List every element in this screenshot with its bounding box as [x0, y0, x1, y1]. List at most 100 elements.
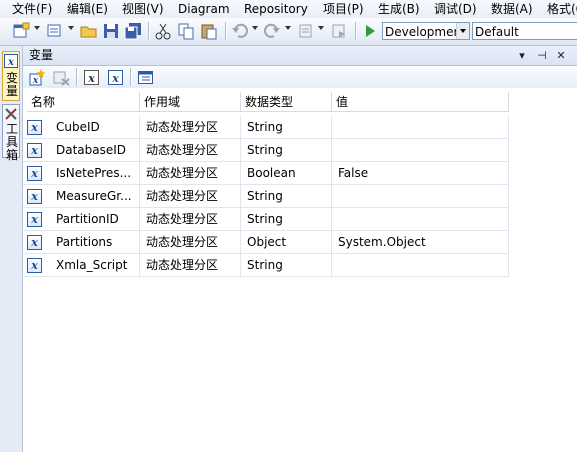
variable-icon: x: [27, 189, 42, 204]
cell-value[interactable]: System.Object: [332, 231, 509, 254]
tab-toolbox-label: 工具箱: [5, 122, 18, 162]
cell-value[interactable]: [332, 139, 509, 162]
add-item-dropdown-icon[interactable]: [68, 26, 74, 30]
new-project-dropdown-icon[interactable]: [34, 26, 40, 30]
menu-data[interactable]: 数据(A): [491, 1, 533, 17]
cell-value[interactable]: [332, 185, 509, 208]
undo-icon[interactable]: [231, 22, 249, 40]
show-all-variables-icon[interactable]: x: [107, 69, 124, 86]
open-folder-icon[interactable]: [80, 22, 98, 40]
cell-data-type[interactable]: String: [241, 116, 332, 139]
table-row[interactable]: x CubeID 动态处理分区 String: [23, 116, 509, 139]
menu-build[interactable]: 生成(B): [378, 1, 420, 17]
solution-platform-value: Default: [475, 25, 519, 39]
table-row[interactable]: x MeasureGr... 动态处理分区 String: [23, 185, 509, 208]
table-row[interactable]: x DatabaseID 动态处理分区 String: [23, 139, 509, 162]
cell-scope[interactable]: 动态处理分区: [140, 231, 241, 254]
close-icon[interactable]: ✕: [554, 49, 568, 63]
toolbar-separator: [148, 22, 150, 40]
save-icon[interactable]: [102, 22, 120, 40]
panel-title: 变量: [29, 48, 54, 62]
column-header-value[interactable]: 值: [332, 92, 509, 112]
svg-text:x: x: [7, 57, 15, 68]
chevron-down-icon[interactable]: [456, 23, 469, 39]
table-row[interactable]: x PartitionID 动态处理分区 String: [23, 208, 509, 231]
show-system-variables-icon[interactable]: x: [83, 69, 100, 86]
menu-file[interactable]: 文件(F): [12, 1, 52, 17]
cell-data-type[interactable]: Object: [241, 231, 332, 254]
variable-icon: x: [27, 166, 42, 181]
tab-toolbox[interactable]: 工具箱: [2, 104, 20, 162]
cell-name[interactable]: x Xmla_Script: [23, 254, 140, 277]
cell-name[interactable]: x IsNetePres...: [23, 162, 140, 185]
menu-diagram[interactable]: Diagram: [178, 1, 230, 17]
save-all-icon[interactable]: [124, 22, 142, 40]
cell-name[interactable]: x MeasureGr...: [23, 185, 140, 208]
table-row[interactable]: x Partitions 动态处理分区 Object System.Object: [23, 231, 509, 254]
variable-icon: x: [27, 212, 42, 227]
cut-icon[interactable]: [154, 22, 172, 40]
cell-value[interactable]: [332, 254, 509, 277]
tab-variables-label: 变量: [5, 71, 18, 98]
new-project-icon[interactable]: [12, 22, 30, 40]
menu-project[interactable]: 项目(P): [323, 1, 364, 17]
table-row[interactable]: x Xmla_Script 动态处理分区 String: [23, 254, 509, 277]
cell-value[interactable]: [332, 208, 509, 231]
navigate-dropdown-icon[interactable]: [318, 26, 324, 30]
toolbar-separator: [130, 68, 132, 86]
cell-scope[interactable]: 动态处理分区: [140, 254, 241, 277]
undo-dropdown-icon[interactable]: [252, 26, 258, 30]
redo-dropdown-icon[interactable]: [285, 26, 291, 30]
copy-icon[interactable]: [177, 22, 195, 40]
column-header-scope[interactable]: 作用域: [140, 92, 241, 112]
cell-data-type[interactable]: String: [241, 208, 332, 231]
start-debugging-icon[interactable]: [361, 22, 379, 40]
variable-icon: x: [27, 235, 42, 250]
variables-window-titlebar: 变量 ▾ ⊣ ✕: [23, 46, 577, 66]
cell-name[interactable]: x PartitionID: [23, 208, 140, 231]
toolbox-icon: [5, 108, 17, 120]
menu-format[interactable]: 格式(O): [547, 1, 577, 17]
cell-data-type[interactable]: String: [241, 185, 332, 208]
svg-text:x: x: [87, 72, 95, 85]
menu-debug[interactable]: 调试(D): [434, 1, 477, 17]
column-header-data-type[interactable]: 数据类型: [241, 92, 332, 112]
cell-value[interactable]: False: [332, 162, 509, 185]
auto-hide-pin-icon[interactable]: ⊣: [535, 49, 549, 63]
redo-icon[interactable]: [263, 22, 281, 40]
cell-value[interactable]: [332, 116, 509, 139]
tab-variables[interactable]: x 变量: [2, 51, 20, 101]
solution-configuration-dropdown[interactable]: Developmer: [382, 22, 470, 40]
solution-platform-dropdown[interactable]: Default: [472, 22, 577, 40]
navigate-backward-icon[interactable]: [297, 22, 315, 40]
variable-icon: x: [4, 54, 18, 68]
paste-icon[interactable]: [200, 22, 218, 40]
menu-view[interactable]: 视图(V): [122, 1, 164, 17]
table-row[interactable]: x IsNetePres... 动态处理分区 Boolean False: [23, 162, 509, 185]
cell-name[interactable]: x DatabaseID: [23, 139, 140, 162]
add-item-icon[interactable]: [46, 22, 64, 40]
variable-name: PartitionID: [56, 212, 119, 226]
cell-scope[interactable]: 动态处理分区: [140, 162, 241, 185]
cell-scope[interactable]: 动态处理分区: [140, 208, 241, 231]
cell-data-type[interactable]: Boolean: [241, 162, 332, 185]
cell-data-type[interactable]: String: [241, 254, 332, 277]
toolbar-separator: [76, 68, 78, 86]
cell-scope[interactable]: 动态处理分区: [140, 185, 241, 208]
menu-repository[interactable]: Repository: [244, 1, 308, 17]
variable-icon: x: [27, 258, 42, 273]
variable-icon: x: [27, 143, 42, 158]
choose-columns-icon[interactable]: [137, 69, 154, 86]
delete-variable-icon[interactable]: [53, 69, 70, 86]
cell-scope[interactable]: 动态处理分区: [140, 139, 241, 162]
column-header-name[interactable]: 名称: [27, 92, 140, 112]
add-variable-icon[interactable]: x: [29, 69, 46, 86]
window-position-icon[interactable]: ▾: [515, 49, 529, 63]
cell-data-type[interactable]: String: [241, 139, 332, 162]
menu-bar: 文件(F) 编辑(E) 视图(V) Diagram Repository 项目(…: [0, 0, 577, 18]
cell-name[interactable]: x CubeID: [23, 116, 140, 139]
cell-name[interactable]: x Partitions: [23, 231, 140, 254]
navigate-forward-icon[interactable]: [330, 22, 348, 40]
cell-scope[interactable]: 动态处理分区: [140, 116, 241, 139]
menu-edit[interactable]: 编辑(E): [67, 1, 108, 17]
